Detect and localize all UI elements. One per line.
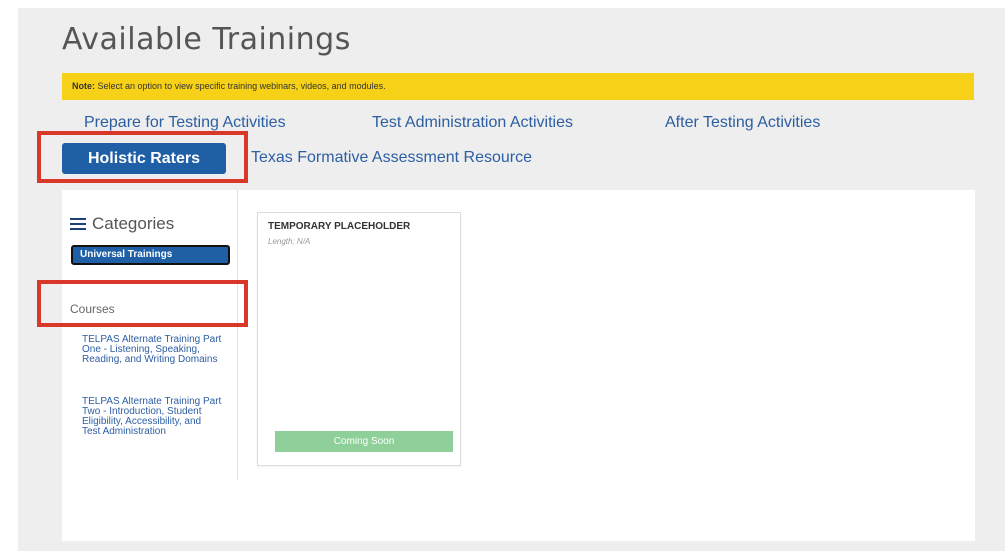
tab-prepare-for-testing[interactable]: Prepare for Testing Activities: [84, 114, 286, 132]
page-title: Available Trainings: [62, 22, 351, 57]
content-panel: [62, 190, 975, 541]
note-banner: Note: Select an option to view specific …: [62, 73, 974, 100]
tab-after-testing[interactable]: After Testing Activities: [665, 114, 820, 132]
card-length: Length: N/A: [268, 237, 311, 246]
tab-test-administration[interactable]: Test Administration Activities: [372, 114, 573, 132]
category-universal-trainings[interactable]: Universal Trainings: [71, 245, 230, 265]
highlight-box-holistic-raters: [37, 131, 248, 183]
training-card: TEMPORARY PLACEHOLDER Length: N/A Coming…: [257, 212, 461, 466]
coming-soon-button[interactable]: Coming Soon: [275, 431, 453, 452]
categories-label: Categories: [92, 214, 175, 233]
menu-icon: [70, 217, 86, 231]
sidebar-divider: [237, 190, 238, 480]
note-text: Select an option to view specific traini…: [97, 81, 386, 91]
card-title: TEMPORARY PLACEHOLDER: [268, 221, 411, 232]
note-label: Note:: [72, 81, 95, 91]
course-link-part-one[interactable]: TELPAS Alternate Training Part One - Lis…: [82, 335, 222, 365]
tab-texas-formative-assessment[interactable]: Texas Formative Assessment Resource: [251, 149, 532, 167]
categories-heading: Categories: [70, 214, 174, 234]
highlight-box-courses: [37, 280, 248, 327]
course-link-part-two[interactable]: TELPAS Alternate Training Part Two - Int…: [82, 397, 222, 437]
